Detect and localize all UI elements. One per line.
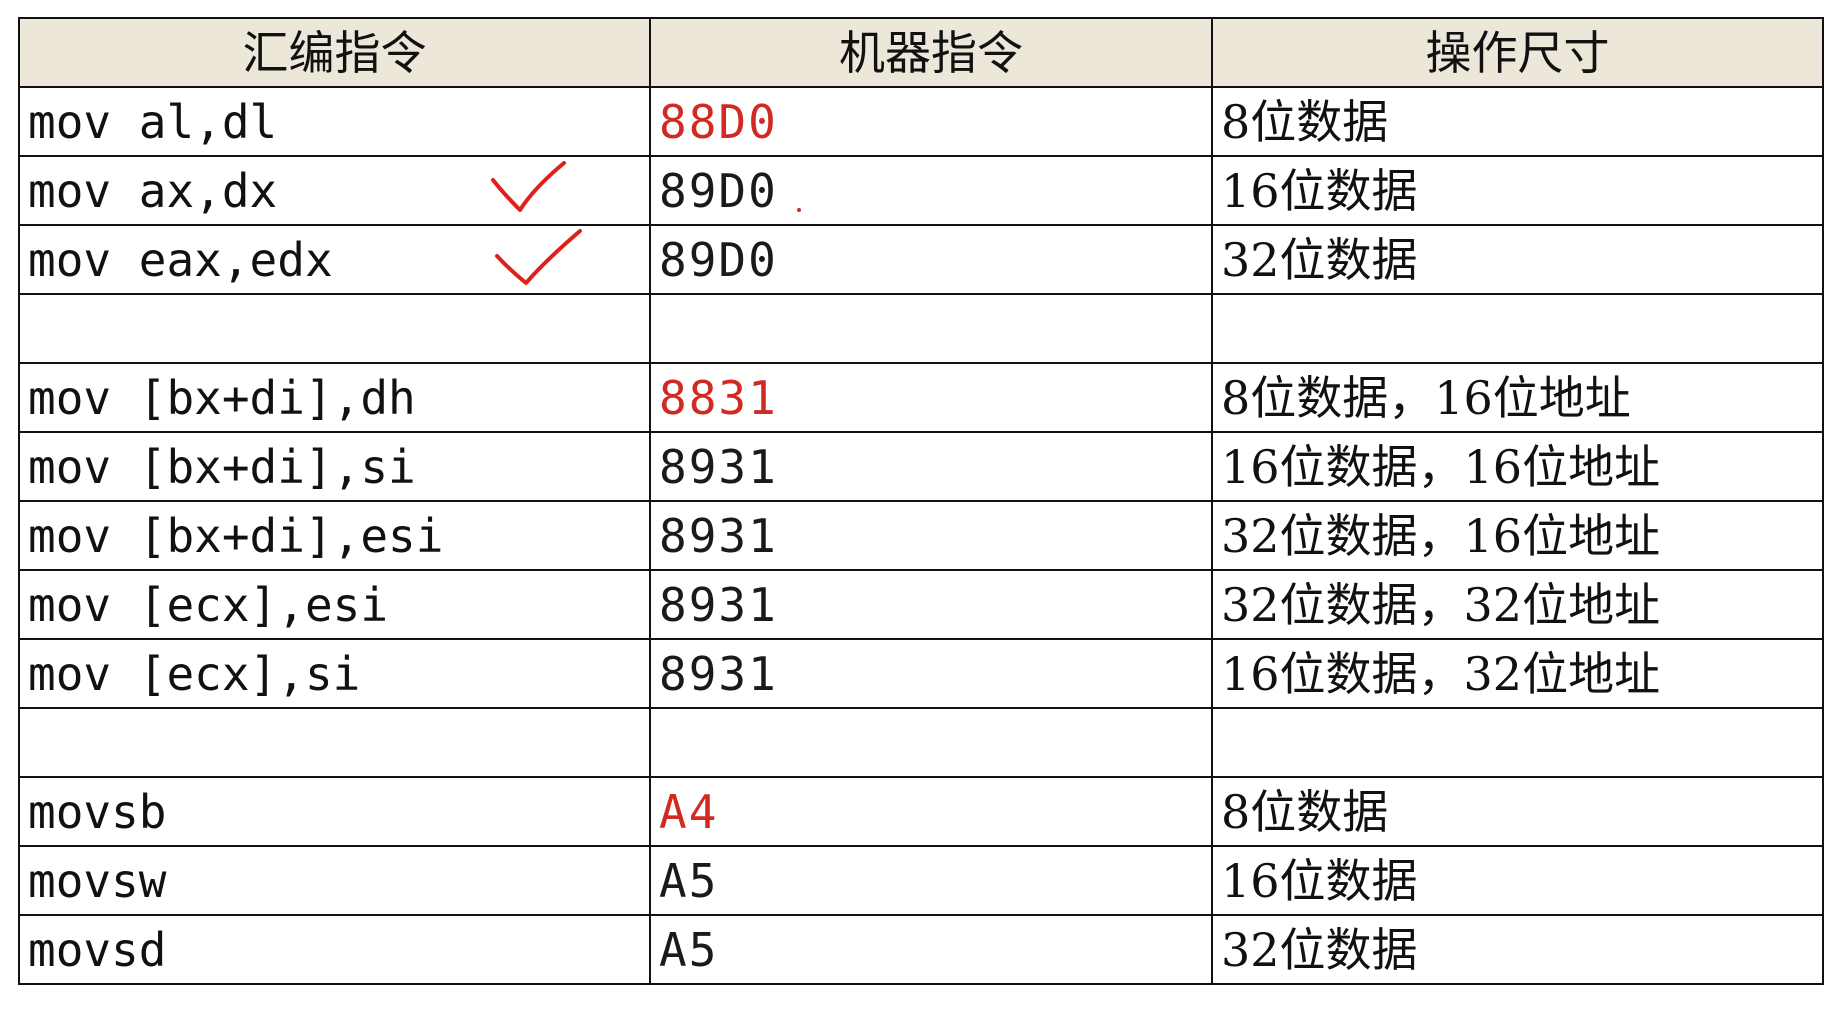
operand-size-cell: 16位数据 [1211,845,1824,916]
machine-code-cell: 8931 [649,638,1213,709]
table-row: mov ax,dx 89D0 16位数据 [18,155,1824,226]
table-row: mov [ecx],si 8931 16位数据，32位地址 [18,638,1824,709]
assembly-cell [18,293,651,364]
machine-code-cell [649,293,1213,364]
machine-code-cell: A5 [649,845,1213,916]
machine-code-cell: 89D0 [649,224,1213,295]
table-row: mov [ecx],esi 8931 32位数据，32位地址 [18,569,1824,640]
operand-size-cell: 8位数据 [1211,86,1824,157]
assembly-cell: mov al,dl [18,86,651,157]
machine-code-cell: 8931 [649,569,1213,640]
table-row: mov al,dl 88D0 8位数据 [18,86,1824,157]
operand-size-cell: 8位数据，16位地址 [1211,362,1824,433]
operand-size-cell [1211,707,1824,778]
operand-size-cell: 16位数据 [1211,155,1824,226]
assembly-cell: mov [bx+di],dh [18,362,651,433]
header-operand-size: 操作尺寸 [1211,17,1824,88]
table-row: mov [bx+di],esi 8931 32位数据，16位地址 [18,500,1824,571]
header-assembly: 汇编指令 [18,17,651,88]
table-header-row: 汇编指令 机器指令 操作尺寸 [18,17,1824,88]
assembly-cell: mov [ecx],si [18,638,651,709]
machine-code-cell: A4 [649,776,1213,847]
machine-code-cell: 8931 [649,500,1213,571]
machine-code-cell: 89D0 [649,155,1213,226]
table-row: movsb A4 8位数据 [18,776,1824,847]
instruction-table: 汇编指令 机器指令 操作尺寸 mov al,dl 88D0 8位数据 mov ax,d… [18,17,1824,985]
checkmark-icon [495,229,582,285]
operand-size-cell [1211,293,1824,364]
checkmark-icon [491,161,566,212]
machine-code-cell [649,707,1213,778]
machine-code-cell: A5 [649,914,1213,985]
assembly-cell: movsb [18,776,651,847]
table-row: mov [bx+di],dh 8831 8位数据，16位地址 [18,362,1824,433]
ink-dot [797,208,801,212]
spacer-row [18,293,1824,364]
assembly-cell: mov [ecx],esi [18,569,651,640]
operand-size-cell: 32位数据，32位地址 [1211,569,1824,640]
operand-size-cell: 16位数据，16位地址 [1211,431,1824,502]
machine-code-cell: 8831 [649,362,1213,433]
header-machine-code: 机器指令 [649,17,1213,88]
machine-code-cell: 88D0 [649,86,1213,157]
table-row: mov eax,edx 89D0 32位数据 [18,224,1824,295]
table-row: mov [bx+di],si 8931 16位数据，16位地址 [18,431,1824,502]
assembly-cell [18,707,651,778]
spacer-row [18,707,1824,778]
operand-size-cell: 16位数据，32位地址 [1211,638,1824,709]
assembly-cell: mov [bx+di],si [18,431,651,502]
table-row: movsd A5 32位数据 [18,914,1824,985]
machine-code-cell: 8931 [649,431,1213,502]
operand-size-cell: 32位数据，16位地址 [1211,500,1824,571]
assembly-cell: mov [bx+di],esi [18,500,651,571]
table-body: mov al,dl 88D0 8位数据 mov ax,dx 89D0 16位数据 mov e… [18,86,1824,985]
assembly-cell: movsd [18,914,651,985]
operand-size-cell: 32位数据 [1211,914,1824,985]
table-row: movsw A5 16位数据 [18,845,1824,916]
operand-size-cell: 8位数据 [1211,776,1824,847]
assembly-cell: movsw [18,845,651,916]
operand-size-cell: 32位数据 [1211,224,1824,295]
